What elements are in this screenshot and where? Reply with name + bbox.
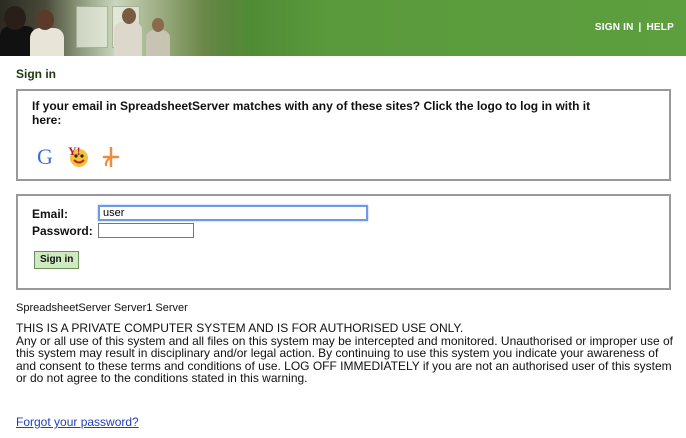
password-label: Password: xyxy=(32,224,93,238)
warning-body: Any or all use of this system and all fi… xyxy=(16,333,673,385)
oauth-login-panel: If your email in SpreadsheetServer match… xyxy=(16,89,671,181)
oauth-prompt: If your email in SpreadsheetServer match… xyxy=(32,99,591,127)
google-login-button[interactable]: G xyxy=(32,143,58,171)
photo-person-head xyxy=(36,10,54,30)
photo-window xyxy=(76,6,108,48)
photo-person xyxy=(30,28,64,56)
sign-in-page: SIGN IN | HELP Sign in If your email in Sp… xyxy=(0,0,686,438)
svg-text:Y!: Y! xyxy=(68,144,81,158)
photo-person-head xyxy=(152,18,164,32)
forgot-password-link[interactable]: Forgot your password? xyxy=(16,415,139,429)
myopenid-login-button[interactable] xyxy=(98,143,124,171)
password-field[interactable] xyxy=(98,223,194,238)
photo-person xyxy=(114,22,142,56)
email-label: Email: xyxy=(32,207,69,221)
yahoo-logo-icon: Y! xyxy=(68,144,88,167)
header-banner: SIGN IN | HELP xyxy=(0,0,686,56)
login-form-panel: Email: Password: Sign in xyxy=(16,194,671,290)
sign-in-link[interactable]: SIGN IN xyxy=(595,22,634,33)
server-name: SpreadsheetServer Server1 Server xyxy=(16,302,188,314)
email-field[interactable] xyxy=(98,205,368,221)
sign-in-button[interactable]: Sign in xyxy=(34,251,80,269)
google-logo-icon: G xyxy=(37,144,53,169)
yahoo-login-button[interactable]: Y! xyxy=(66,143,92,171)
header-link-separator: | xyxy=(638,22,642,33)
header-photo xyxy=(0,0,250,56)
myopenid-logo-icon xyxy=(102,146,120,168)
header-links: SIGN IN | HELP xyxy=(595,22,674,33)
help-link[interactable]: HELP xyxy=(647,22,674,33)
photo-person-head xyxy=(4,6,26,30)
photo-person-head xyxy=(122,8,136,24)
page-title: Sign in xyxy=(16,67,56,81)
photo-person xyxy=(146,30,170,56)
security-warning: THIS IS A PRIVATE COMPUTER SYSTEM AND IS… xyxy=(16,322,680,385)
